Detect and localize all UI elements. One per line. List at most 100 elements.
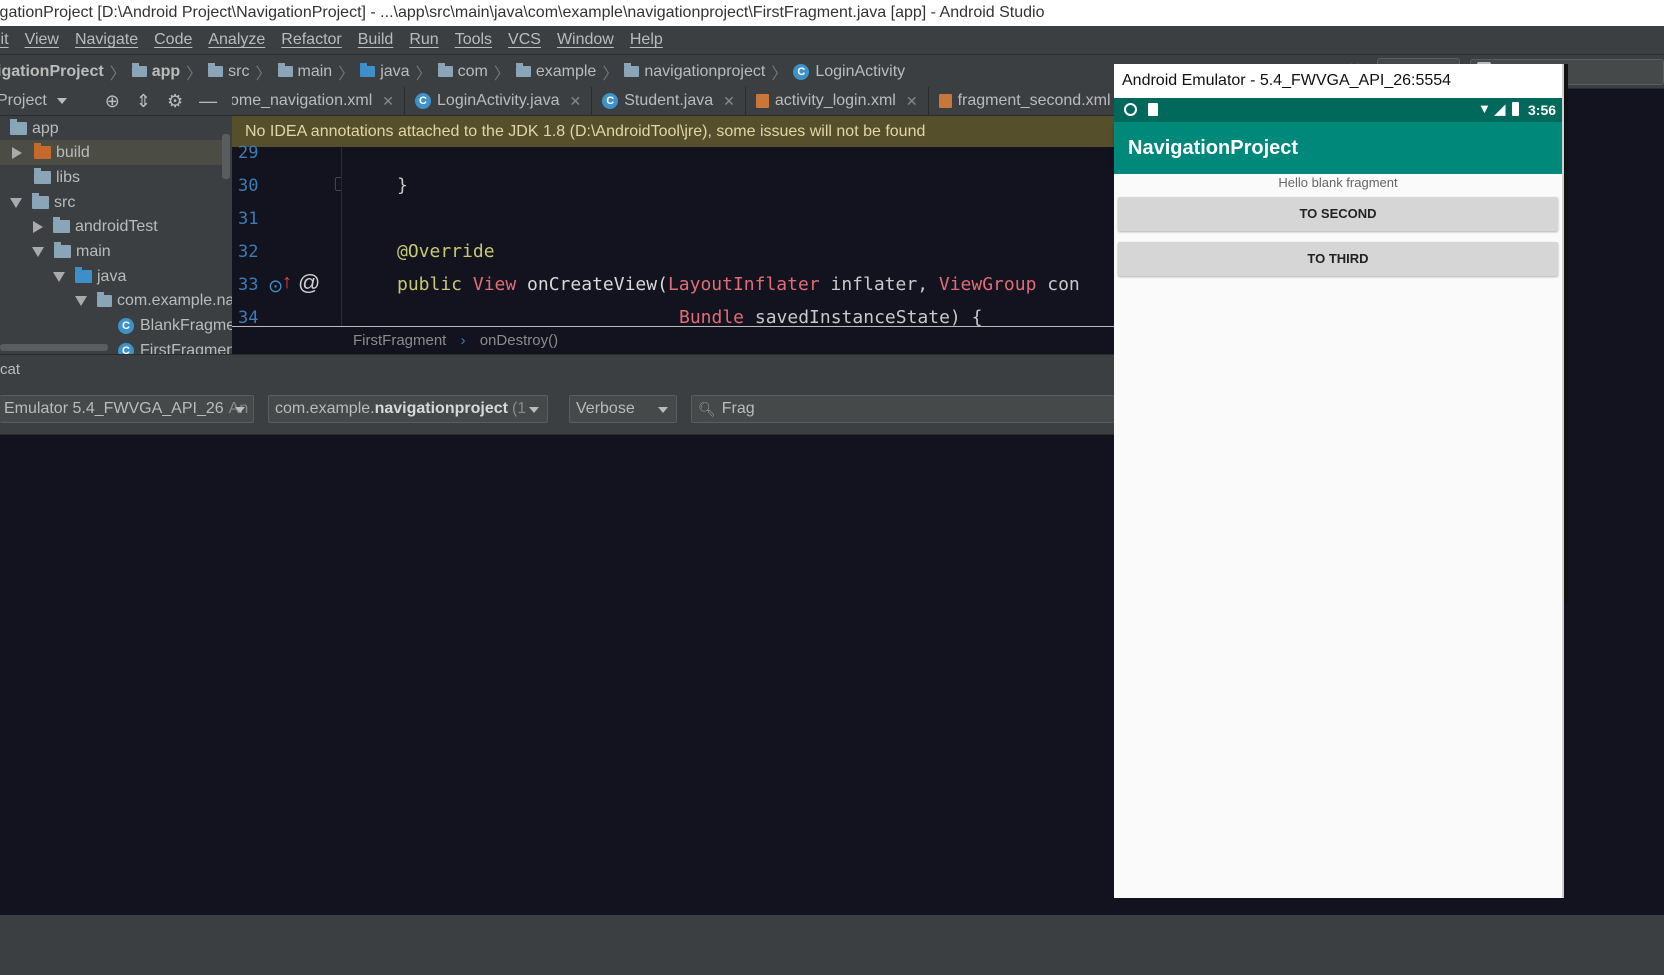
search-icon: 🔍︎ — [698, 400, 716, 417]
menu-tools[interactable]: Tools — [447, 31, 500, 49]
menu-build[interactable]: Build — [350, 31, 402, 49]
hello-text: Hello blank fragment — [1278, 175, 1398, 190]
status-strip — [0, 915, 1664, 975]
menu-window[interactable]: Window — [549, 31, 622, 49]
tree-item-androidtest[interactable]: androidTest — [33, 214, 158, 239]
close-icon[interactable]: ✕ — [723, 93, 735, 110]
menu-vcs[interactable]: VCS — [500, 31, 549, 49]
close-icon[interactable]: ✕ — [382, 93, 394, 110]
banner-message: No IDEA annotations attached to the JDK … — [245, 123, 926, 140]
nav-project[interactable]: igationProject — [0, 63, 104, 81]
code-breadcrumbs: FirstFragment › onDestroy() — [232, 327, 1114, 354]
menu-analyze[interactable]: Analyze — [200, 31, 273, 49]
nav-crumb-main[interactable]: 〉 main — [250, 60, 333, 84]
menu-view[interactable]: View — [17, 31, 67, 49]
nav-crumb-loginactivity[interactable]: 〉 C LoginActivity — [765, 60, 905, 84]
code-line-32: @Override — [397, 241, 495, 262]
signal-icon: ◢ — [1494, 101, 1506, 118]
android-status-bar: ▼ ◢ 3:56 — [1114, 98, 1562, 122]
logcat-level-select[interactable]: Verbose — [569, 395, 677, 423]
to-second-button[interactable]: TO SECOND — [1118, 197, 1558, 231]
tab-welcome-navigation[interactable]: ome_navigation.xml ✕ — [232, 87, 406, 115]
logcat-title: cat — [0, 361, 21, 378]
app-bar: NavigationProject — [1114, 122, 1562, 174]
collapse-arrow-icon — [32, 246, 44, 257]
tree-vertical-scrollbar[interactable] — [222, 134, 230, 179]
emulator-screen[interactable]: Hello blank fragment TO SECOND TO THIRD — [1114, 174, 1562, 898]
breadcrumb-class[interactable]: FirstFragment — [353, 332, 446, 349]
battery-icon — [1512, 102, 1519, 116]
tab-fragment-second[interactable]: fragment_second.xml✕ — [929, 87, 1114, 115]
app-title: NavigationProject — [1128, 137, 1299, 159]
chevron-right-icon: 〉 — [493, 65, 510, 83]
source-folder-icon — [360, 63, 376, 77]
menu-run[interactable]: Run — [401, 31, 446, 49]
package-icon — [97, 291, 112, 307]
tree-horizontal-scrollbar[interactable] — [0, 344, 108, 351]
folder-icon — [34, 168, 51, 184]
logcat-process-select[interactable]: com.example. navigationproject (1 — [268, 395, 548, 423]
menu-navigate[interactable]: Navigate — [67, 31, 146, 49]
excluded-folder-icon — [34, 143, 51, 159]
nav-crumb-src[interactable]: 〉 src — [180, 60, 249, 84]
code-editor[interactable]: } @Override public View onCreateView(Lay… — [342, 147, 1114, 326]
tree-item-blankfragment[interactable]: C BlankFragmen — [118, 313, 232, 338]
tree-item-firstfragment[interactable]: C FirstFragment — [118, 338, 232, 354]
emulator-title-bar[interactable]: Android Emulator - 5.4_FWVGA_API_26:5554 — [1114, 64, 1564, 98]
menu-code[interactable]: Code — [146, 31, 200, 49]
nav-crumb-com[interactable]: 〉 com — [410, 60, 488, 84]
locate-icon[interactable]: ⊕ — [105, 91, 120, 112]
close-icon[interactable]: ✕ — [906, 93, 918, 110]
tree-item-libs[interactable]: libs — [34, 165, 80, 190]
chevron-right-icon: 〉 — [109, 65, 126, 83]
editor-tabs: ome_navigation.xml ✕ C LoginActivity.java ✕… — [232, 87, 1114, 116]
menu-help[interactable]: Help — [622, 31, 671, 49]
arrow-up-icon[interactable]: ↑ — [282, 271, 292, 294]
menu-edit[interactable]: lit — [0, 31, 17, 49]
menu-refactor[interactable]: Refactor — [273, 31, 349, 49]
tab-student[interactable]: C Student.java ✕ — [592, 87, 746, 115]
logcat-device-select[interactable]: Emulator 5.4_FWVGA_API_26 An — [0, 395, 254, 423]
nav-crumb-java[interactable]: 〉 java — [332, 60, 409, 84]
expand-arrow-icon — [12, 146, 22, 159]
logcat-header: cat — [0, 354, 1114, 384]
emulator-side-toolbar[interactable] — [1564, 64, 1568, 604]
class-icon: C — [793, 63, 810, 80]
class-icon: C — [415, 93, 432, 109]
close-icon[interactable]: ✕ — [569, 93, 581, 110]
tree-item-app[interactable]: app — [10, 116, 59, 141]
tab-activity-login[interactable]: activity_login.xml ✕ — [746, 87, 929, 115]
collapse-all-icon[interactable]: ⇕ — [136, 91, 151, 112]
xml-file-icon — [938, 94, 952, 108]
chevron-down-icon[interactable] — [56, 98, 67, 104]
class-icon: C — [118, 317, 134, 334]
tree-item-java[interactable]: java — [53, 264, 126, 289]
nav-crumb-app[interactable]: 〉 app — [104, 60, 180, 84]
to-third-button[interactable]: TO THIRD — [1118, 242, 1558, 276]
tree-item-src[interactable]: src — [10, 190, 75, 215]
logcat-toolbar: Emulator 5.4_FWVGA_API_26 An com.example.… — [0, 384, 1114, 435]
collapse-arrow-icon — [75, 295, 87, 306]
nav-crumb-example[interactable]: 〉 example — [488, 60, 597, 84]
wifi-icon: ▼ — [1478, 101, 1491, 116]
project-view-title[interactable]: Project — [0, 92, 47, 110]
tree-item-build[interactable]: build — [0, 140, 222, 165]
tab-loginactivity[interactable]: C LoginActivity.java ✕ — [405, 87, 593, 115]
nav-crumb-navigationproject[interactable]: 〉 navigationproject — [596, 60, 765, 84]
collapse-arrow-icon — [10, 197, 22, 208]
breadcrumb-method[interactable]: onDestroy() — [480, 332, 558, 349]
logcat-search-input[interactable]: 🔍︎ Frag — [691, 395, 1114, 423]
minimize-icon[interactable]: — — [199, 91, 217, 112]
tree-item-main[interactable]: main — [32, 239, 111, 264]
package-icon — [437, 63, 453, 77]
logcat-output[interactable] — [0, 435, 1114, 915]
editor-gutter[interactable]: 29 30 31 32 33 34 ⊙ ↑ @ — [232, 143, 349, 328]
notification-icon — [1124, 103, 1137, 116]
project-tree: app build libs src androidTest main java… — [0, 116, 232, 354]
gear-icon[interactable]: ⚙ — [167, 91, 183, 112]
expand-arrow-icon — [33, 220, 43, 233]
folder-icon — [53, 217, 70, 233]
override-marker-icon[interactable]: ⊙ — [268, 276, 283, 297]
tree-item-package[interactable]: com.example.nav — [75, 288, 232, 313]
annotation-icon[interactable]: @ — [298, 270, 320, 296]
